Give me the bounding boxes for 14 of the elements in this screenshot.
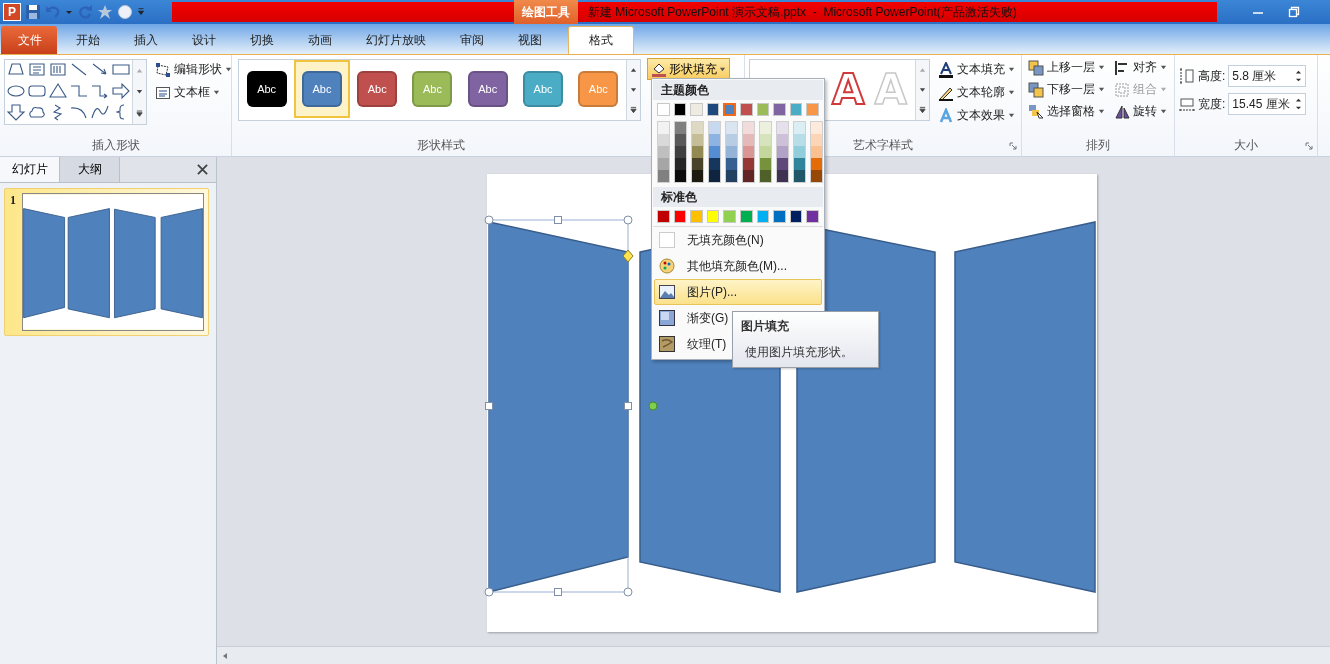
menu-section-header: 标准色 <box>653 187 823 207</box>
group-label: 插入形状 <box>90 137 141 154</box>
group-label: 大小 <box>1233 137 1259 154</box>
context-tab-label: 绘图工具 <box>514 0 578 24</box>
group-label: 排列 <box>1085 137 1111 154</box>
tooltip-text: 使用图片填充形状。 <box>744 344 854 361</box>
height-label: 高度: <box>1198 67 1226 85</box>
width-label: 宽度: <box>1198 95 1226 113</box>
group-label: 形状样式 <box>415 137 466 154</box>
group-label: 艺术字样式 <box>852 137 914 154</box>
slide-number: 1 <box>10 193 16 209</box>
window-title: 新建 Microsoft PowerPoint 演示文稿.pptx - Microsoft PowerPoint(产品激活失败) <box>578 2 1217 22</box>
menu-section-header: 主题颜色 <box>653 80 823 100</box>
tooltip-title: 图片填充 <box>741 318 790 335</box>
